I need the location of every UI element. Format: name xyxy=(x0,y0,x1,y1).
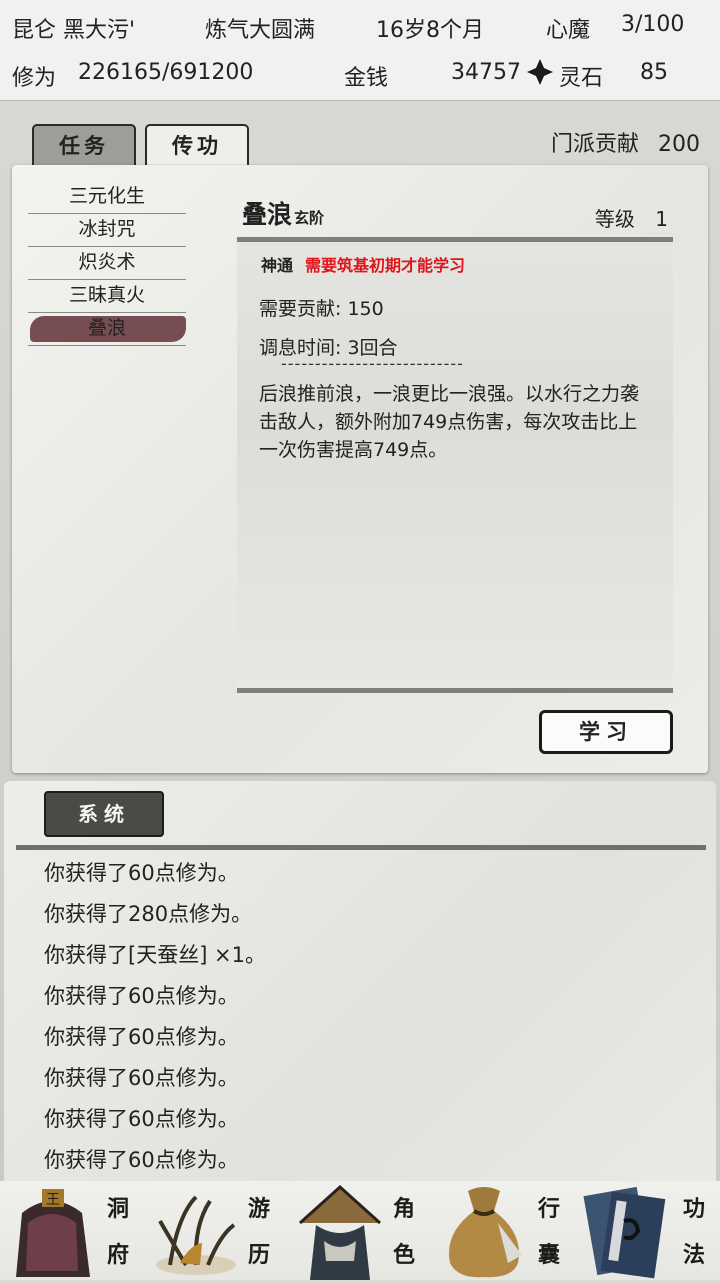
skill-list-item-selected[interactable]: 叠浪 xyxy=(28,313,186,346)
skill-list: 三元化生 冰封咒 炽炎术 三昧真火 叠浪 xyxy=(28,181,186,346)
cultivation-value: 226165/691200 xyxy=(78,60,254,85)
skill-title: 叠浪 玄阶 xyxy=(242,195,324,231)
age-label: 16岁8个月 xyxy=(376,18,484,43)
skill-requirement: 需要筑基初期才能学习 xyxy=(305,256,466,275)
log-message: 你获得了60点修为。 xyxy=(44,984,239,1008)
skill-panel: 三元化生 冰封咒 炽炎术 三昧真火 叠浪 叠浪 玄阶 等级 1 神通 需要筑基初期才… xyxy=(12,165,708,773)
log-message: 你获得了60点修为。 xyxy=(44,861,239,885)
detail-divider: --------------------------- xyxy=(281,354,464,373)
skill-list-item[interactable]: 冰封咒 xyxy=(28,214,186,247)
system-log-panel: 系统 你获得了60点修为。 你获得了280点修为。 你获得了[天蚕丝] ×1。 … xyxy=(4,781,716,1181)
nav-cave-dwelling[interactable]: 王 洞 府 xyxy=(0,1181,144,1280)
nav-travel[interactable]: 游 历 xyxy=(144,1181,288,1280)
skill-level: 等级 1 xyxy=(595,203,668,232)
sect-contribution-label: 门派贡献 xyxy=(550,132,639,157)
svg-text:王: 王 xyxy=(46,1192,60,1208)
tab-tasks[interactable]: 任务 xyxy=(32,124,136,168)
tab-teaching[interactable]: 传功 xyxy=(145,124,249,168)
heart-demon-label: 心魔 xyxy=(546,18,591,43)
travel-icon xyxy=(150,1185,242,1283)
bag-icon xyxy=(438,1183,530,1283)
skill-level-value: 1 xyxy=(655,207,668,231)
system-message-list[interactable]: 你获得了60点修为。 你获得了280点修为。 你获得了[天蚕丝] ×1。 你获得… xyxy=(44,853,266,1181)
learn-button[interactable]: 学习 xyxy=(539,710,673,754)
spirit-stone-label: 灵石 xyxy=(559,66,604,91)
skill-cost: 需要贡献: 150 xyxy=(259,298,384,320)
nav-bag[interactable]: 行 囊 xyxy=(432,1181,576,1280)
skill-level-label: 等级 xyxy=(594,207,635,231)
skill-description: 后浪推前浪，一浪更比一浪强。以水行之力袭击敌人，额外附加749点伤害，每次攻击比… xyxy=(259,383,640,461)
log-message: 你获得了[天蚕丝] ×1。 xyxy=(44,943,267,967)
skill-type-row: 神通 需要筑基初期才能学习 xyxy=(261,252,465,276)
skill-grade: 玄阶 xyxy=(294,209,325,227)
sect-contribution: 门派贡献 200 xyxy=(551,126,700,158)
spirit-stone-icon xyxy=(526,58,554,92)
cave-dwelling-icon: 王 xyxy=(6,1183,98,1283)
skill-list-item[interactable]: 三元化生 xyxy=(28,181,186,214)
log-message: 你获得了60点修为。 xyxy=(44,1148,239,1172)
log-message: 你获得了60点修为。 xyxy=(44,1066,239,1090)
log-message: 你获得了60点修为。 xyxy=(44,1107,239,1131)
log-message: 你获得了60点修为。 xyxy=(44,1025,239,1049)
character-name: 昆仑 黑大污' xyxy=(12,18,136,43)
skill-list-item[interactable]: 炽炎术 xyxy=(28,247,186,280)
realm-label: 炼气大圆满 xyxy=(205,18,316,43)
log-message: 你获得了280点修为。 xyxy=(44,902,253,926)
nav-character[interactable]: 角 色 xyxy=(288,1181,432,1280)
heart-demon-value: 3/100 xyxy=(621,12,685,37)
bottom-nav: 王 洞 府 游 历 角 色 行 囊 功 法 xyxy=(0,1181,720,1280)
sect-contribution-value: 200 xyxy=(658,132,700,157)
spirit-stone-value: 85 xyxy=(640,60,668,85)
skill-detail-box: 神通 需要筑基初期才能学习 需要贡献: 150 调息时间: 3回合 -------… xyxy=(237,237,673,693)
skill-type: 神通 xyxy=(261,256,294,275)
technique-book-icon xyxy=(580,1181,676,1284)
tab-system[interactable]: 系统 xyxy=(44,791,164,837)
money-label: 金钱 xyxy=(344,66,389,91)
status-header: 昆仑 黑大污' 炼气大圆满 16岁8个月 心魔 3/100 修为 226165/… xyxy=(0,0,720,101)
money-value: 34757 xyxy=(451,60,521,85)
character-icon xyxy=(294,1181,386,1284)
nav-technique[interactable]: 功 法 xyxy=(576,1181,720,1280)
cultivation-label: 修为 xyxy=(12,66,57,91)
skill-list-item[interactable]: 三昧真火 xyxy=(28,280,186,313)
log-divider xyxy=(16,845,706,850)
skill-name: 叠浪 xyxy=(242,200,293,229)
